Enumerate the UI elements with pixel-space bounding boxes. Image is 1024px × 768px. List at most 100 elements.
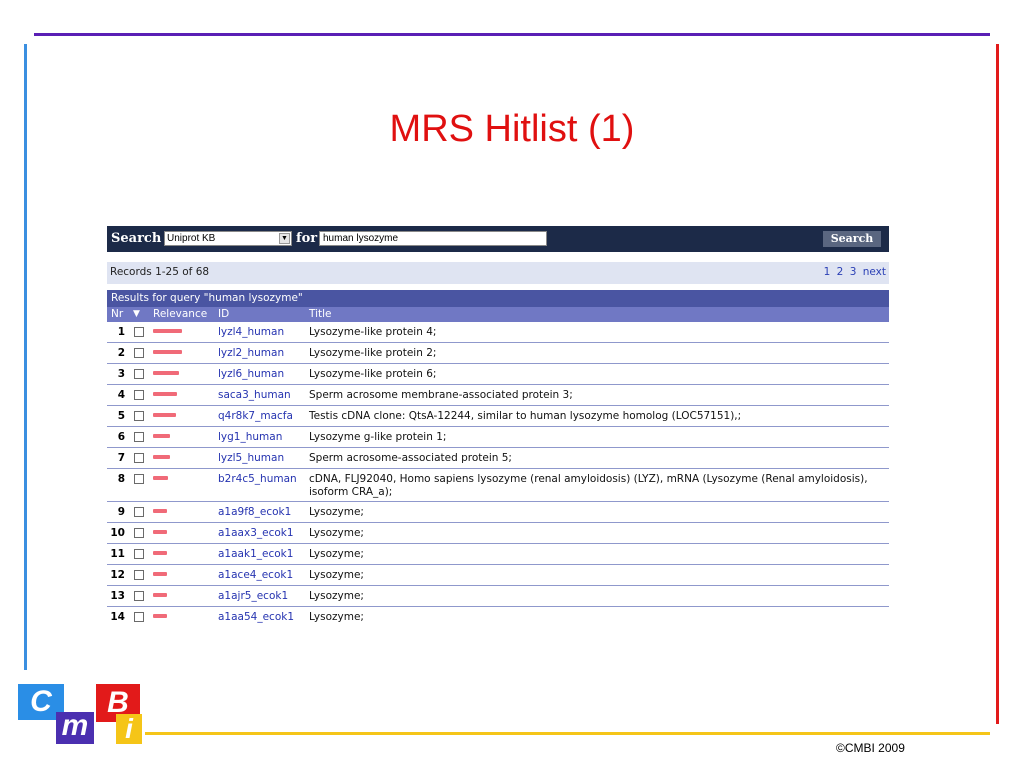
relevance-bar <box>153 371 179 375</box>
row-checkbox[interactable] <box>134 369 144 379</box>
entry-title: Lysozyme; <box>309 527 364 539</box>
table-row: 6 lyg1_human Lysozyme g-like protein 1; <box>107 427 889 448</box>
search-input[interactable]: human lysozyme <box>319 231 547 246</box>
row-checkbox[interactable] <box>134 348 144 358</box>
entry-title: Testis cDNA clone: QtsA-12244, similar t… <box>309 410 742 422</box>
top-divider <box>34 33 990 36</box>
entry-id-link[interactable]: lyzl4_human <box>218 326 284 338</box>
entry-id-link[interactable]: a1aa54_ecok1 <box>218 611 294 623</box>
col-relevance[interactable]: Relevance <box>153 307 207 322</box>
search-label: Search <box>111 231 162 246</box>
relevance-bar <box>153 593 167 597</box>
entry-title: cDNA, FLJ92040, Homo sapiens lysozyme (r… <box>309 473 868 498</box>
row-checkbox[interactable] <box>134 528 144 538</box>
relevance-bar <box>153 476 168 480</box>
relevance-bar <box>153 350 182 354</box>
col-title[interactable]: Title <box>309 307 332 322</box>
relevance-bar <box>153 413 176 417</box>
row-checkbox[interactable] <box>134 453 144 463</box>
entry-id-link[interactable]: q4r8k7_macfa <box>218 410 293 422</box>
row-checkbox[interactable] <box>134 390 144 400</box>
row-checkbox[interactable] <box>134 591 144 601</box>
entry-title: Lysozyme-like protein 4; <box>309 326 437 338</box>
sort-down-icon[interactable]: ▼ <box>133 307 140 322</box>
logo-m: m <box>56 711 94 744</box>
entry-title: Lysozyme; <box>309 611 364 623</box>
entry-id-link[interactable]: a1ajr5_ecok1 <box>218 590 288 602</box>
row-number: 4 <box>117 389 125 401</box>
entry-id-link[interactable]: lyg1_human <box>218 431 282 443</box>
row-number: 3 <box>117 368 125 380</box>
entry-title: Lysozyme; <box>309 569 364 581</box>
row-checkbox[interactable] <box>134 570 144 580</box>
row-checkbox[interactable] <box>134 474 144 484</box>
row-number: 2 <box>117 347 125 359</box>
entry-title: Lysozyme; <box>309 548 364 560</box>
entry-id-link[interactable]: lyzl5_human <box>218 452 284 464</box>
col-nr[interactable]: Nr <box>111 307 123 322</box>
row-checkbox[interactable] <box>134 612 144 622</box>
column-header: Nr ▼ Relevance ID Title <box>107 307 889 322</box>
entry-title: Sperm acrosome-associated protein 5; <box>309 452 512 464</box>
relevance-bar <box>153 329 182 333</box>
table-row: 1 lyzl4_human Lysozyme-like protein 4; <box>107 322 889 343</box>
chevron-down-icon: ▼ <box>279 233 290 244</box>
relevance-bar <box>153 509 167 513</box>
row-number: 13 <box>110 590 125 602</box>
row-number: 7 <box>117 452 125 464</box>
logo-i: i <box>116 714 142 744</box>
entry-id-link[interactable]: lyzl6_human <box>218 368 284 380</box>
row-checkbox[interactable] <box>134 327 144 337</box>
row-number: 14 <box>110 611 125 623</box>
results-list: 1 lyzl4_human Lysozyme-like protein 4; 2 lyz… <box>107 322 889 624</box>
table-row: 7 lyzl5_human Sperm acrosome-associated pr… <box>107 448 889 469</box>
relevance-bar <box>153 455 170 459</box>
row-checkbox[interactable] <box>134 432 144 442</box>
row-number: 1 <box>117 326 125 338</box>
entry-id-link[interactable]: b2r4c5_human <box>218 473 297 485</box>
database-select[interactable]: Uniprot KB ▼ <box>164 231 292 246</box>
table-row: 9 a1a9f8_ecok1 Lysozyme; <box>107 502 889 523</box>
bottom-divider <box>145 732 990 735</box>
relevance-bar <box>153 530 167 534</box>
entry-id-link[interactable]: saca3_human <box>218 389 291 401</box>
table-row: 4 saca3_human Sperm acrosome membrane-asso… <box>107 385 889 406</box>
entry-id-link[interactable]: a1ace4_ecok1 <box>218 569 293 581</box>
entry-id-link[interactable]: a1a9f8_ecok1 <box>218 506 291 518</box>
search-button[interactable]: Search <box>823 231 881 247</box>
entry-id-link[interactable]: a1aax3_ecok1 <box>218 527 294 539</box>
row-number: 5 <box>117 410 125 422</box>
entry-title: Lysozyme g-like protein 1; <box>309 431 447 443</box>
relevance-bar <box>153 551 167 555</box>
entry-title: Lysozyme-like protein 2; <box>309 347 437 359</box>
next-page-link[interactable]: next <box>863 266 886 278</box>
page-link-3[interactable]: 3 <box>850 266 857 278</box>
row-number: 8 <box>117 473 125 485</box>
for-label: for <box>296 231 318 246</box>
row-number: 12 <box>110 569 125 581</box>
table-row: 5 q4r8k7_macfa Testis cDNA clone: QtsA-122… <box>107 406 889 427</box>
database-value: Uniprot KB <box>167 233 216 244</box>
col-id[interactable]: ID <box>218 307 229 322</box>
page-link-1[interactable]: 1 <box>824 266 831 278</box>
results-header: Results for query "human lysozyme" <box>107 290 889 307</box>
relevance-bar <box>153 572 167 576</box>
entry-title: Lysozyme; <box>309 590 364 602</box>
search-bar: Search Uniprot KB ▼ for human lysozyme S… <box>107 226 889 252</box>
table-row: 2 lyzl2_human Lysozyme-like protein 2; <box>107 343 889 364</box>
page-link-2[interactable]: 2 <box>837 266 844 278</box>
row-checkbox[interactable] <box>134 411 144 421</box>
entry-id-link[interactable]: a1aak1_ecok1 <box>218 548 293 560</box>
row-checkbox[interactable] <box>134 507 144 517</box>
relevance-bar <box>153 434 170 438</box>
relevance-bar <box>153 392 177 396</box>
entry-title: Lysozyme-like protein 6; <box>309 368 437 380</box>
row-checkbox[interactable] <box>134 549 144 559</box>
entry-id-link[interactable]: lyzl2_human <box>218 347 284 359</box>
records-bar: Records 1-25 of 68 1 2 3 next <box>107 262 889 284</box>
table-row: 13 a1ajr5_ecok1 Lysozyme; <box>107 586 889 607</box>
table-row: 12 a1ace4_ecok1 Lysozyme; <box>107 565 889 586</box>
row-number: 10 <box>110 527 125 539</box>
row-number: 11 <box>110 548 125 560</box>
pager: 1 2 3 next <box>821 266 886 278</box>
